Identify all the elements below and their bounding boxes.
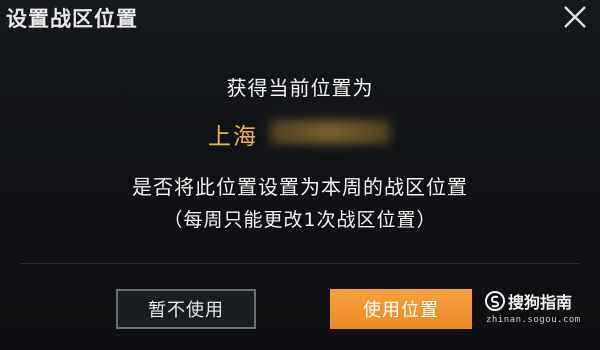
- location-dialog: 设置战区位置 获得当前位置为 上海 是否将此位置设置为本周的战区位置 （每周只能…: [0, 0, 600, 350]
- confirm-question: 是否将此位置设置为本周的战区位置: [132, 175, 468, 199]
- change-limit-note: （每周只能更改1次战区位置）: [163, 209, 437, 231]
- close-icon: [564, 6, 586, 28]
- divider: [20, 263, 580, 264]
- watermark: 搜狗指南 zhinan.sogou.com: [484, 289, 596, 335]
- title-bar: 设置战区位置: [0, 0, 600, 34]
- dialog-title: 设置战区位置: [6, 7, 138, 31]
- location-value: 上海: [208, 124, 258, 150]
- sogou-logo-icon: [485, 291, 505, 311]
- watermark-brand: 搜狗指南: [484, 289, 572, 313]
- watermark-brand-text: 搜狗指南: [508, 293, 573, 312]
- close-button[interactable]: [560, 2, 590, 32]
- use-location-button[interactable]: 使用位置: [330, 289, 472, 329]
- current-location-label: 获得当前位置为: [226, 76, 374, 100]
- watermark-url: zhinan.sogou.com: [486, 315, 581, 325]
- redacted-location-detail: [270, 120, 390, 144]
- not-now-button[interactable]: 暂不使用: [116, 289, 256, 329]
